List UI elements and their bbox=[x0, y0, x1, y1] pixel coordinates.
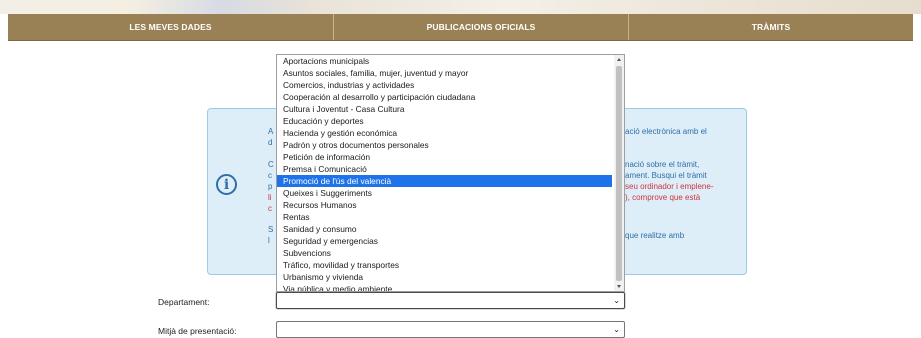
info-fragment: p bbox=[268, 182, 273, 191]
option-sanidad-consumo[interactable]: Sanidad y consumo bbox=[277, 223, 612, 235]
info-fragment: c bbox=[268, 171, 272, 180]
option-educacion-deportes[interactable]: Educación y deportes bbox=[277, 115, 612, 127]
option-trafico[interactable]: Tráfico, movilidad y transportes bbox=[277, 259, 612, 271]
info-circle-icon: i bbox=[216, 174, 237, 195]
main-navbar: LES MEVES DADES PUBLICACIONS OFICIALS TR… bbox=[8, 14, 913, 41]
nav-item-tramits[interactable]: TRÀMITS bbox=[629, 14, 913, 40]
option-premsa-comunicacio[interactable]: Premsa i Comunicació bbox=[277, 163, 612, 175]
option-aportacions-municipals[interactable]: Aportacions municipals bbox=[277, 55, 612, 67]
info-line: ), comprove que està bbox=[625, 193, 701, 202]
info-line: que realitze amb bbox=[625, 231, 685, 240]
option-peticion-informacion[interactable]: Petición de información bbox=[277, 151, 612, 163]
info-fragment: C bbox=[268, 160, 274, 169]
option-seguridad-emergencias[interactable]: Seguridad y emergencias bbox=[277, 235, 612, 247]
option-comercios[interactable]: Comercios, industrias y actividades bbox=[277, 79, 612, 91]
option-promocio-valencia[interactable]: Promoció de l'ús del valencià bbox=[277, 175, 612, 187]
option-urbanismo[interactable]: Urbanismo y vivienda bbox=[277, 271, 612, 283]
info-fragment: li bbox=[268, 193, 272, 202]
nav-item-publicacions-oficials[interactable]: PUBLICACIONS OFICIALS bbox=[334, 14, 629, 40]
option-cooperacion[interactable]: Cooperación al desarrollo y participació… bbox=[277, 91, 612, 103]
info-line: ament. Busqui el tràmit bbox=[625, 171, 707, 180]
option-queixes-suggeriments[interactable]: Queixes i Suggeriments bbox=[277, 187, 612, 199]
scroll-down-arrow-icon[interactable] bbox=[617, 285, 621, 288]
scroll-up-arrow-icon[interactable] bbox=[617, 58, 621, 61]
header-banner-strip bbox=[0, 0, 921, 14]
department-dropdown-list[interactable]: Aportacions municipals Asuntos sociales,… bbox=[276, 54, 625, 292]
info-fragment: S bbox=[268, 225, 274, 234]
chevron-down-icon: ⌄ bbox=[613, 325, 620, 334]
option-recursos-humanos[interactable]: Recursos Humanos bbox=[277, 199, 612, 211]
info-line: seu ordinador i emplene- bbox=[625, 182, 714, 191]
info-fragment: c bbox=[268, 204, 272, 213]
department-select[interactable]: ⌄ bbox=[276, 292, 625, 309]
info-fragment: l bbox=[268, 236, 270, 245]
option-cultura-joventut[interactable]: Cultura i Joventut - Casa Cultura bbox=[277, 103, 612, 115]
info-fragment: d bbox=[268, 138, 273, 147]
presentation-medium-select[interactable]: ⌄ bbox=[276, 321, 625, 338]
chevron-down-icon: ⌄ bbox=[613, 296, 620, 305]
info-fragment: A bbox=[268, 127, 274, 136]
info-line: ació electrònica amb el bbox=[625, 127, 707, 136]
info-line: nació sobre el tràmit, bbox=[625, 160, 700, 169]
option-padron[interactable]: Padrón y otros documentos personales bbox=[277, 139, 612, 151]
option-hacienda[interactable]: Hacienda y gestión económica bbox=[277, 127, 612, 139]
option-subvencions[interactable]: Subvencions bbox=[277, 247, 612, 259]
department-label: Departament: bbox=[158, 297, 210, 307]
presentation-medium-label: Mitjà de presentació: bbox=[158, 326, 237, 336]
option-rentas[interactable]: Rentas bbox=[277, 211, 612, 223]
scrollbar-thumb[interactable] bbox=[616, 66, 622, 281]
option-via-publica[interactable]: Via pública y medio ambiente bbox=[277, 283, 612, 291]
option-asuntos-sociales[interactable]: Asuntos sociales, familia, mujer, juvent… bbox=[277, 67, 612, 79]
nav-item-les-meves-dades[interactable]: LES MEVES DADES bbox=[8, 14, 334, 40]
dropdown-scrollbar[interactable] bbox=[614, 55, 624, 291]
